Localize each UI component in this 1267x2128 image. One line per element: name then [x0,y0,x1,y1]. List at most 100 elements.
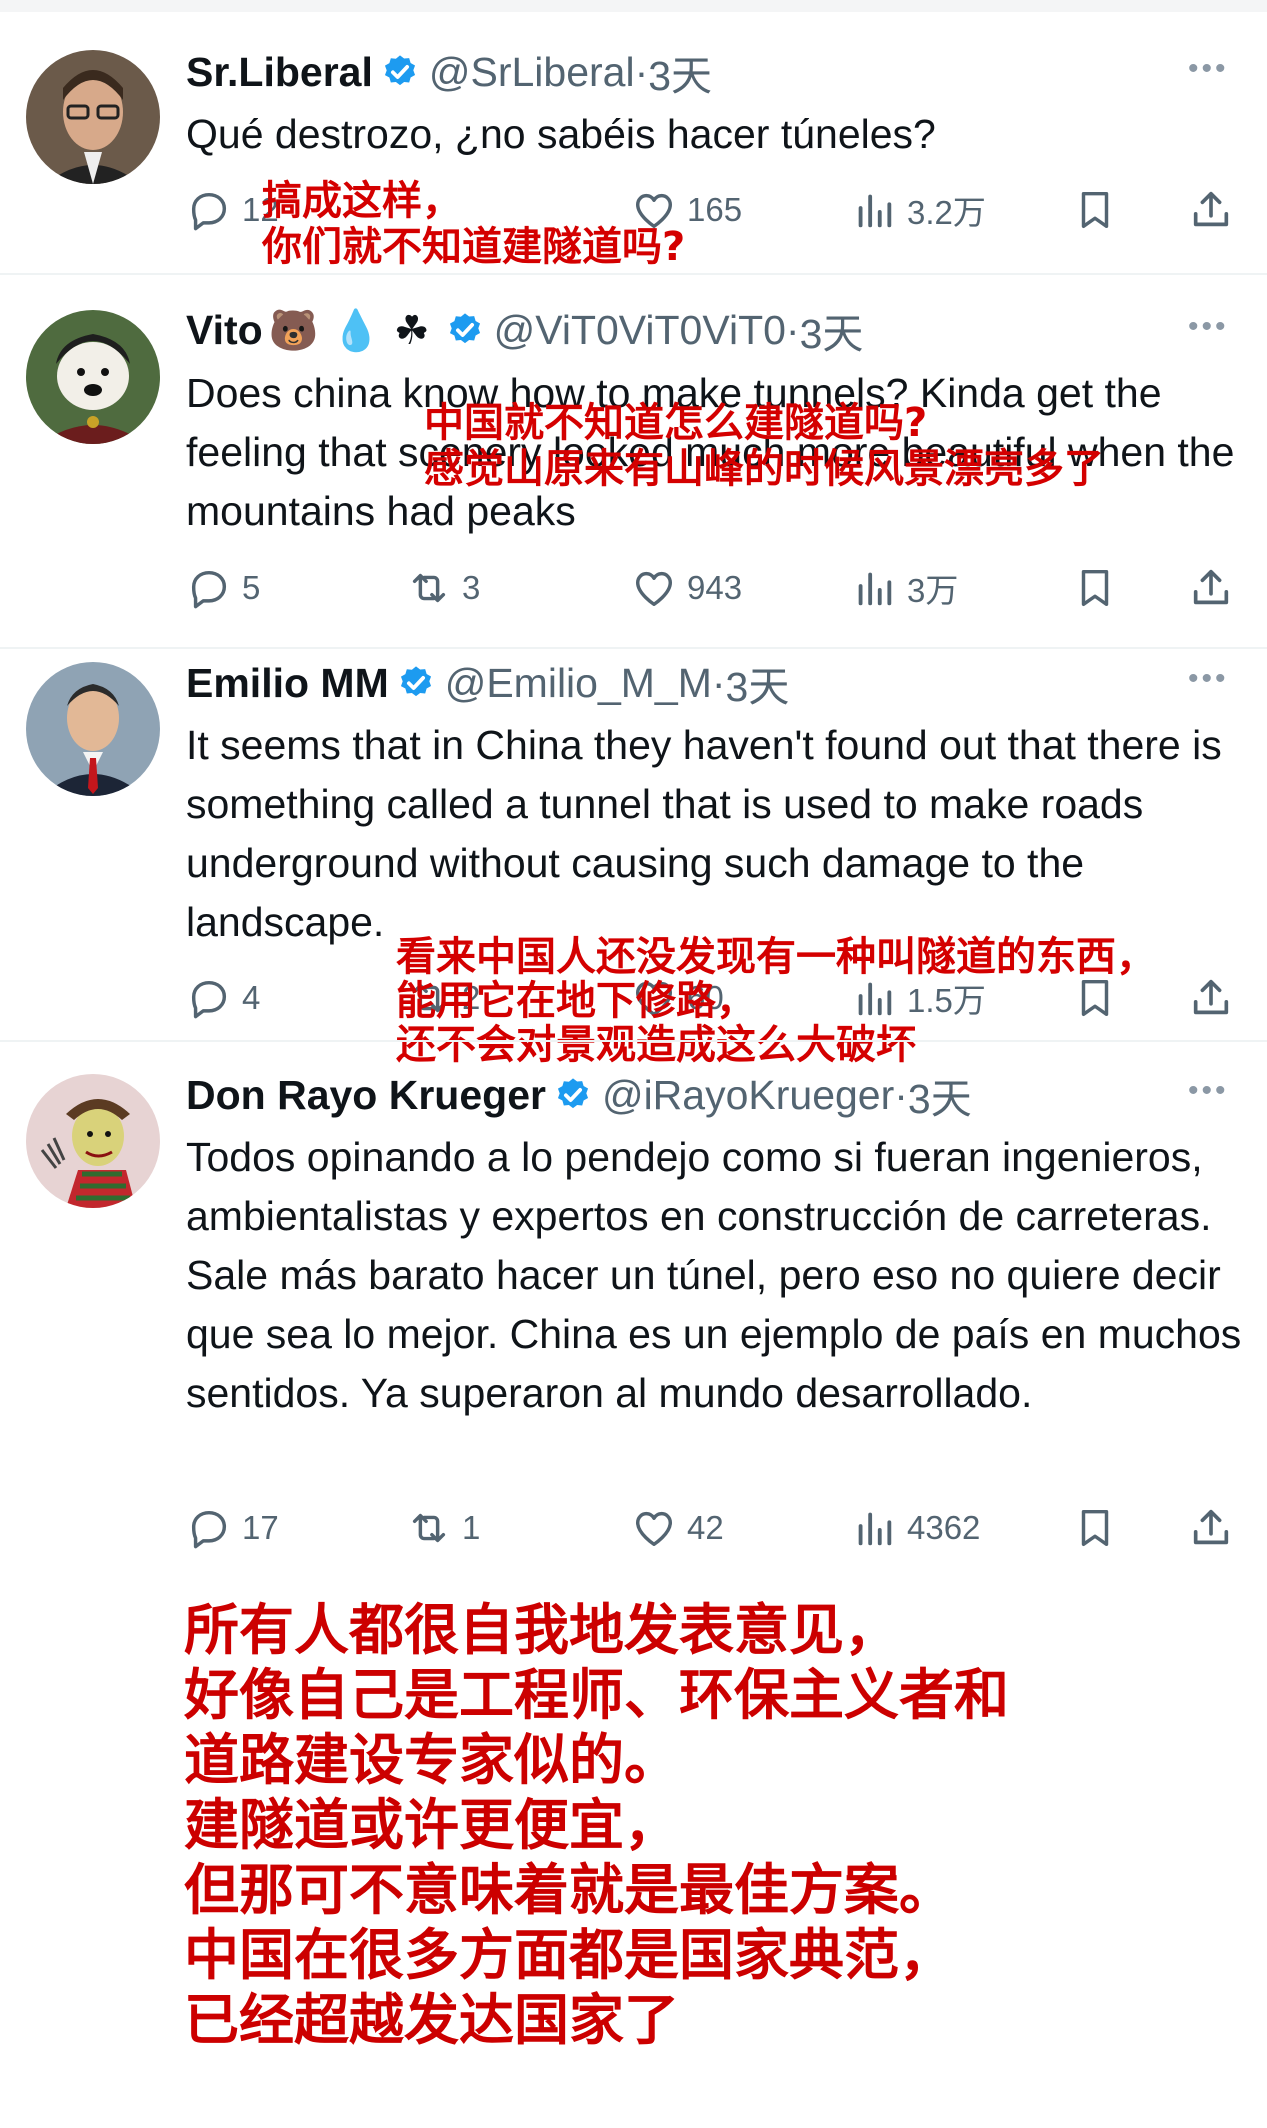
share-button[interactable] [1188,1498,1244,1558]
retweet-button[interactable]: 1 [406,1498,480,1558]
share-button[interactable] [1188,558,1244,618]
action-bar: 5 3 943 3万 [186,558,1246,618]
tweet-header: Sr.Liberal @SrLiberal · 3天 [186,47,712,100]
display-name[interactable]: Don Rayo Krueger [186,1072,546,1119]
like-button[interactable]: 165 [631,180,742,240]
tweet-header: Don Rayo Krueger @iRayoKrueger · 3天 [186,1070,972,1123]
timestamp[interactable]: 3天 [726,653,790,713]
views-icon [858,982,892,1016]
like-count: 60 [687,979,724,1016]
views-icon [858,194,892,228]
display-name[interactable]: Emilio MM [186,660,389,707]
verified-icon [400,666,431,697]
views-icon [858,572,892,606]
more-icon[interactable]: ••• [1188,52,1229,86]
share-button[interactable] [1188,968,1244,1028]
bookmark-icon [1081,979,1109,1017]
views-button[interactable]: 3.2万 [851,180,986,240]
handle[interactable]: @SrLiberal [429,49,635,96]
share-icon [1193,979,1229,1015]
reply-button[interactable]: 17 [186,1498,279,1558]
timestamp[interactable]: 3天 [648,42,712,102]
tweet-header: Vito 🐻 💧 ☘ @ViT0ViT0ViT0 · 3天 [186,305,863,358]
like-count: 943 [687,569,743,606]
tweet-text: Does china know how to make tunnels? Kin… [186,370,1235,534]
bookmark-button[interactable] [1072,968,1128,1028]
retweet-button[interactable]: 2 [406,968,480,1028]
display-name[interactable]: Sr.Liberal [186,49,373,96]
share-icon [1193,191,1229,227]
views-count: 4362 [907,1509,981,1546]
views-count: 3万 [907,572,959,609]
action-bar: 12 165 3.2万 [186,180,1246,240]
handle[interactable]: @ViT0ViT0ViT0 [494,307,786,354]
bookmark-button[interactable] [1072,180,1128,240]
like-count: 42 [687,1509,724,1546]
verified-icon [384,55,415,86]
reply-button[interactable]: 12 [186,180,279,240]
name-emoji: 🐻 💧 ☘ [268,307,430,354]
retweet-count: 3 [462,569,481,606]
reply-count: 12 [242,191,279,228]
avatar[interactable] [26,310,160,444]
action-bar: 4 2 60 1.5万 [186,968,1246,1028]
like-button[interactable]: 943 [631,558,742,618]
views-count: 1.5万 [907,982,986,1019]
views-icon [858,1512,892,1546]
avatar[interactable] [26,662,160,796]
reply-icon [191,570,227,609]
reply-count: 17 [242,1509,279,1546]
top-divider [0,0,1267,12]
retweet-icon [412,573,446,603]
bookmark-button[interactable] [1072,558,1128,618]
reply-count: 5 [242,569,261,606]
views-button[interactable]: 1.5万 [851,968,986,1028]
share-icon [1193,569,1229,605]
dot-separator: · [711,659,726,706]
handle[interactable]: @iRayoKrueger [602,1072,894,1119]
timestamp[interactable]: 3天 [908,1065,972,1125]
dot-separator: · [894,1071,908,1118]
avatar[interactable] [26,1074,160,1208]
views-button[interactable]: 4362 [851,1498,980,1558]
more-icon[interactable]: ••• [1188,310,1229,344]
tweet-header: Emilio MM @Emilio_M_M · 3天 [186,658,789,711]
more-icon[interactable]: ••• [1188,1074,1229,1108]
translation-annotation: 所有人都很自我地发表意见， 好像自己是工程师、环保主义者和 道路建设专家似的。 … [184,1598,1010,2052]
share-button[interactable] [1188,180,1244,240]
verified-icon [449,313,480,344]
handle[interactable]: @Emilio_M_M [445,660,712,707]
timestamp[interactable]: 3天 [800,300,864,360]
tweet-divider [0,647,1267,649]
verified-icon [557,1078,588,1109]
views-count: 3.2万 [907,194,986,231]
dot-separator: · [634,48,649,95]
reply-count: 4 [242,979,261,1016]
like-icon [635,571,673,607]
tweet-text: Todos opinando a lo pendejo como si fuer… [186,1134,1242,1416]
like-icon [635,981,673,1017]
more-icon[interactable]: ••• [1188,662,1229,696]
like-button[interactable]: 42 [631,1498,724,1558]
dot-separator: · [785,306,800,353]
like-icon [635,193,673,229]
retweet-button[interactable]: 3 [406,558,480,618]
retweet-icon [412,1513,446,1543]
reply-icon [191,1510,227,1549]
avatar[interactable] [26,50,160,184]
bookmark-button[interactable] [1072,1498,1128,1558]
reply-button[interactable]: 4 [186,968,260,1028]
like-button[interactable]: 60 [631,968,724,1028]
reply-icon [191,980,227,1019]
action-bar: 17 1 42 4362 [186,1498,1246,1558]
like-count: 165 [687,191,743,228]
reply-button[interactable]: 5 [186,558,260,618]
retweet-count: 1 [462,1509,481,1546]
tweet-divider [0,1040,1267,1042]
reply-icon [191,192,227,231]
views-button[interactable]: 3万 [851,558,958,618]
bookmark-icon [1081,1509,1109,1547]
bookmark-icon [1081,569,1109,607]
share-icon [1193,1509,1229,1545]
display-name[interactable]: Vito [186,307,263,354]
